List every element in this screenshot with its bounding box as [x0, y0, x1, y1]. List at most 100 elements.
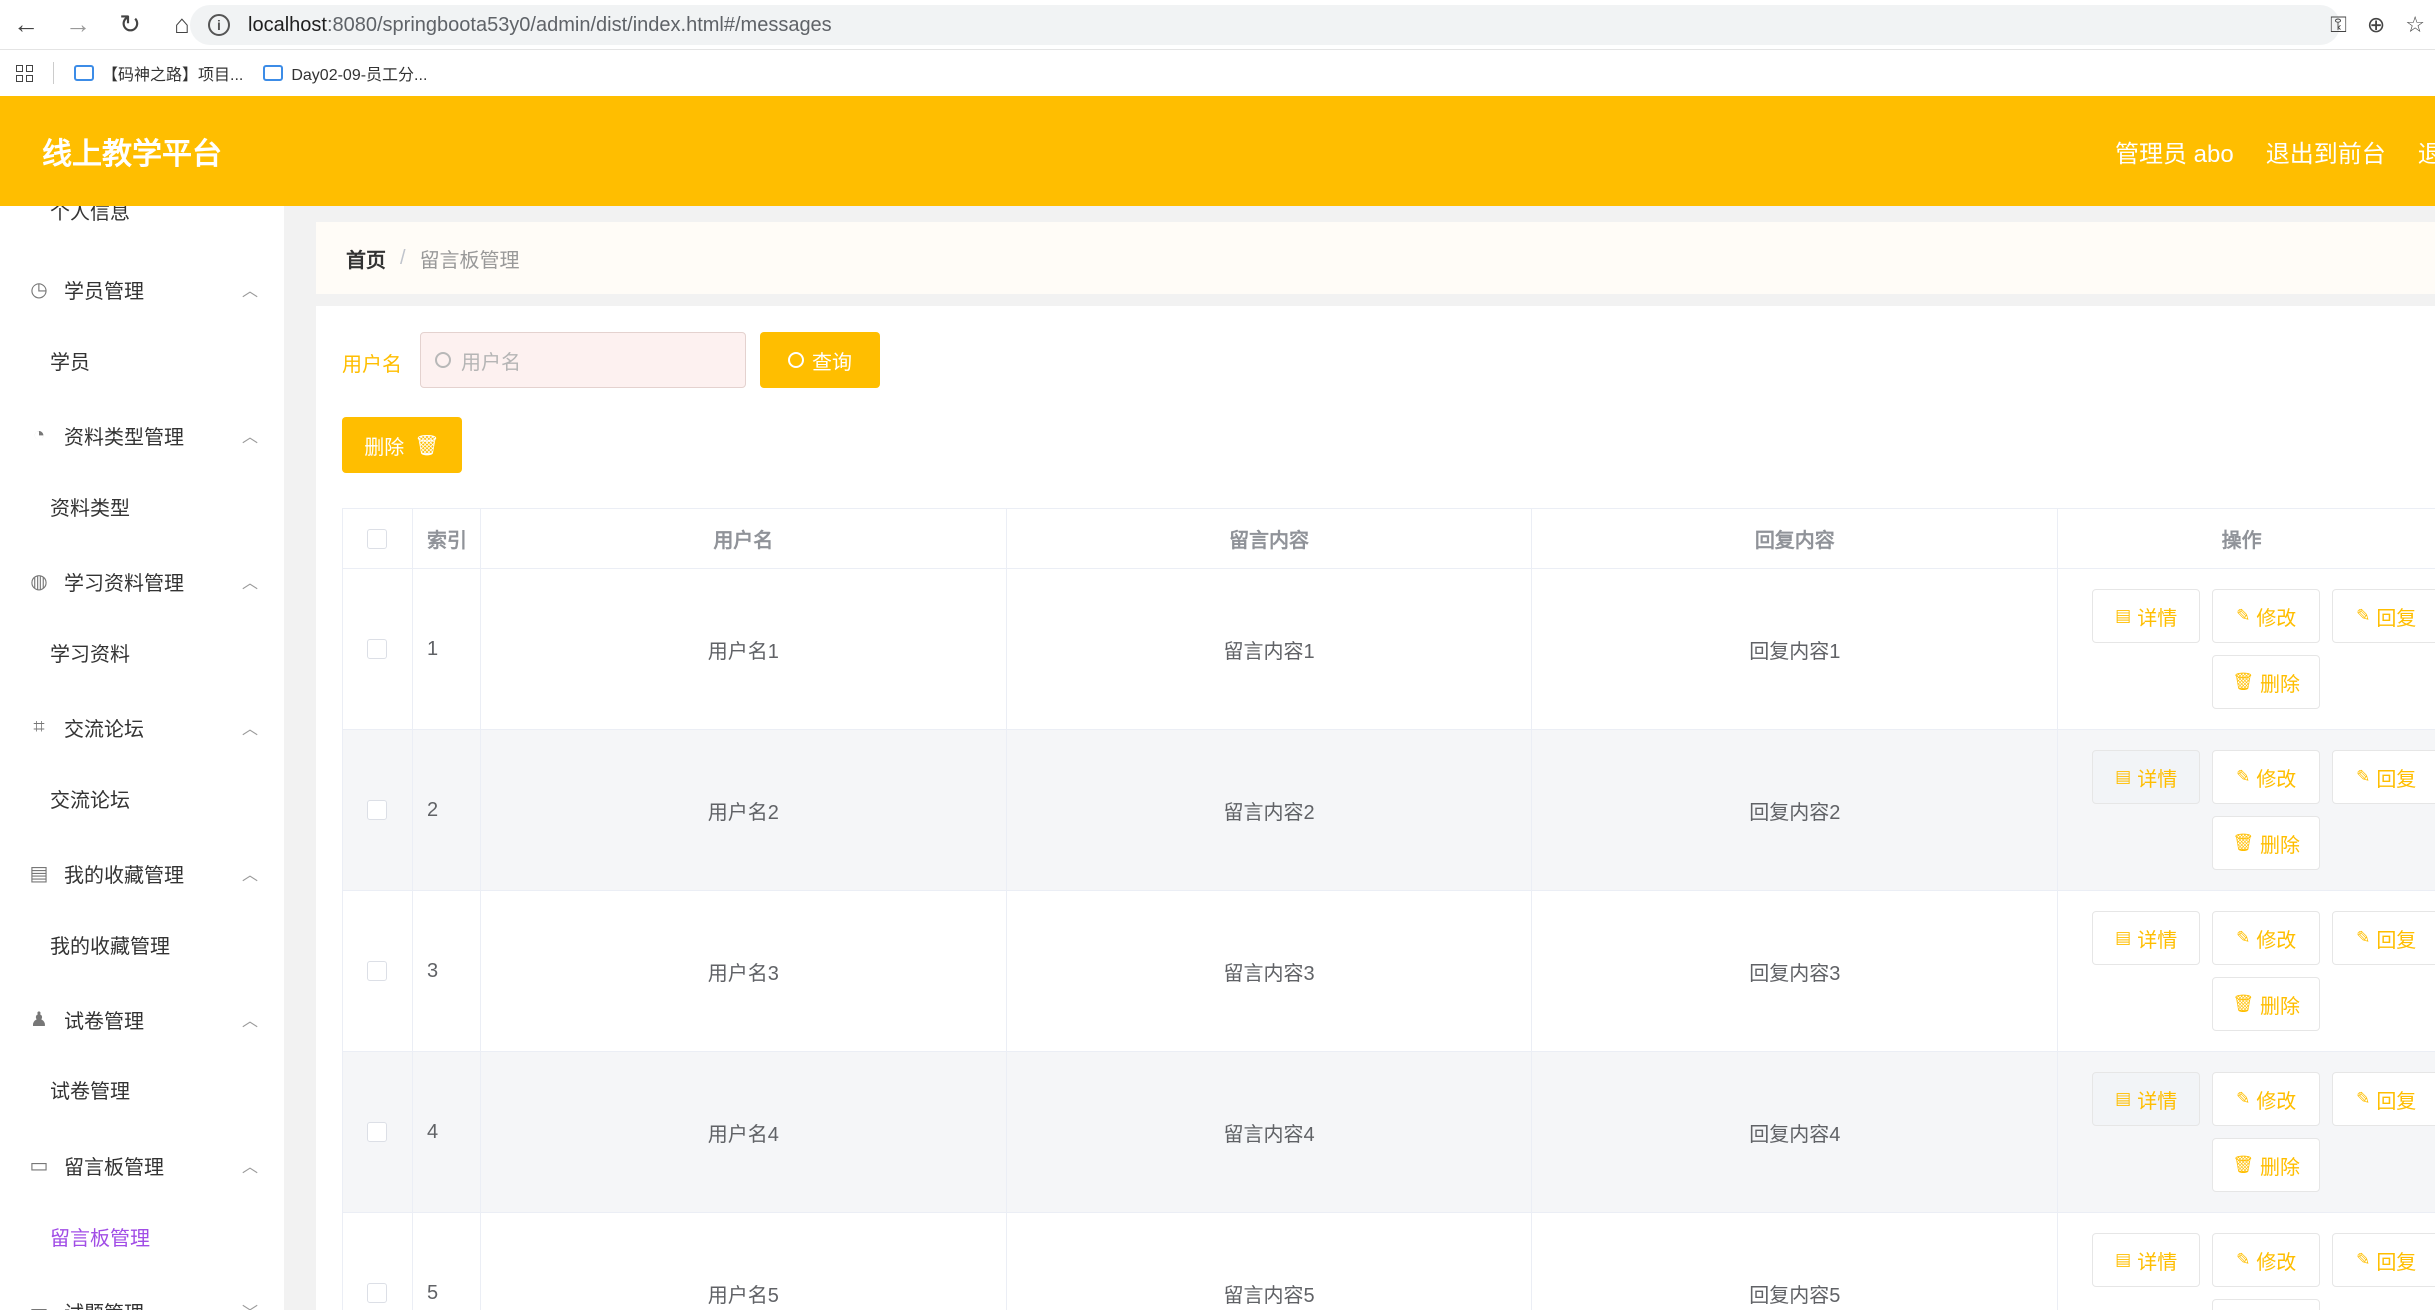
edit-button[interactable]: ✎ 修改 — [2212, 1072, 2321, 1126]
username-search-input[interactable]: 用户名 — [420, 332, 746, 388]
detail-button[interactable]: ▤ 详情 — [2092, 1072, 2201, 1126]
detail-button[interactable]: ▤ 详情 — [2092, 750, 2201, 804]
header-index: 索引 — [412, 509, 481, 569]
sidebar-item-materials[interactable]: 学习资料 — [50, 638, 130, 667]
document-icon: ▤ — [2115, 928, 2132, 947]
row-username: 用户名2 — [480, 730, 1007, 891]
sidebar-group-favorites[interactable]: ▤ 我的收藏管理 ︿ — [0, 843, 284, 903]
row-username: 用户名1 — [480, 569, 1007, 730]
delete-button[interactable]: 🗑删除 — [2212, 1138, 2321, 1192]
sidebar-item-messages[interactable]: 留言板管理 — [50, 1222, 150, 1251]
messages-table: 索引 用户名 留言内容 回复内容 操作 1 用户名1 留言内容1 回复内容1 ▤… — [342, 508, 2435, 1310]
pencil-icon: ✎ — [2356, 1250, 2371, 1269]
header-message: 留言内容 — [1006, 509, 1533, 569]
sidebar-item-favorites[interactable]: 我的收藏管理 — [50, 930, 170, 959]
clock-icon: ◷ — [30, 278, 48, 301]
reply-button[interactable]: ✎ 回复 — [2332, 1233, 2435, 1287]
pencil-icon: ✎ — [2356, 767, 2371, 786]
edit-button[interactable]: ✎ 修改 — [2212, 911, 2321, 965]
bookmark-item[interactable]: Day02-09-员工分... — [263, 61, 427, 85]
row-reply: 回复内容5 — [1532, 1213, 2059, 1310]
delete-button[interactable]: 🗑删除 — [2212, 816, 2321, 870]
sidebar-item-profile[interactable]: 个人信息 — [50, 206, 130, 225]
sidebar-group-papers[interactable]: ♟ 试卷管理 ︿ — [0, 989, 284, 1049]
sidebar-group-materials[interactable]: ◍ 学习资料管理 ︿ — [0, 551, 284, 611]
row-index: 4 — [412, 1052, 481, 1213]
row-message: 留言内容1 — [1006, 569, 1533, 730]
star-icon[interactable]: ☆ — [2405, 12, 2425, 38]
site-info-icon[interactable]: i — [208, 14, 230, 36]
sidebar-item-material-types[interactable]: 资料类型 — [50, 492, 130, 521]
row-index: 5 — [413, 1213, 481, 1310]
row-reply: 回复内容4 — [1532, 1052, 2059, 1213]
document-icon: ▤ — [2115, 767, 2132, 786]
sidebar-item-papers[interactable]: 试卷管理 — [50, 1075, 130, 1104]
row-message: 留言内容2 — [1006, 730, 1533, 891]
edit-button[interactable]: ✎ 修改 — [2212, 589, 2321, 643]
browser-toolbar: ← → ↻ ⌂ i localhost:8080/springboota53y0… — [0, 0, 2435, 50]
chevron-down-icon: ﹀ — [242, 1299, 258, 1310]
zoom-icon[interactable]: ⊕ — [2367, 12, 2385, 38]
chevron-up-icon: ︿ — [241, 1159, 258, 1176]
detail-button[interactable]: ▤ 详情 — [2092, 1233, 2201, 1287]
search-icon — [788, 352, 804, 368]
row-checkbox[interactable] — [367, 1122, 388, 1142]
detail-button[interactable]: ▤ 详情 — [2092, 589, 2201, 643]
sidebar-group-material-types[interactable]: ◔ 资料类型管理 ︿ — [0, 405, 284, 465]
bilibili-icon — [263, 65, 284, 81]
reply-button[interactable]: ✎ 回复 — [2332, 750, 2435, 804]
pencil-icon: ✎ — [2236, 606, 2251, 625]
pencil-icon: ✎ — [2356, 606, 2371, 625]
breadcrumb-home[interactable]: 首页 — [346, 244, 386, 273]
key-icon[interactable]: ⚿ — [2330, 12, 2347, 38]
table-header: 索引 用户名 留言内容 回复内容 操作 — [343, 509, 2435, 569]
query-button[interactable]: 查询 — [760, 332, 880, 388]
sidebar-group-students[interactable]: ◷ 学员管理 ︿ — [0, 259, 284, 319]
crop-icon: ⌗ — [33, 715, 45, 738]
sidebar-item-students[interactable]: 学员 — [50, 346, 90, 375]
reply-button[interactable]: ✎ 回复 — [2332, 589, 2435, 643]
chevron-up-icon: ︿ — [241, 721, 258, 738]
select-all-checkbox[interactable] — [367, 528, 388, 549]
main-content: 首页 / 留言板管理 用户名 用户名 查询 删除 🗑 索引 用户名 留言内容 回… — [284, 206, 2435, 1310]
reply-button[interactable]: ✎ 回复 — [2332, 1072, 2435, 1126]
content-panel: 用户名 用户名 查询 删除 🗑 索引 用户名 留言内容 回复内容 操作 1 用户… — [316, 306, 2435, 1310]
forward-icon[interactable]: → — [52, 0, 104, 50]
back-icon[interactable]: ← — [0, 0, 52, 50]
document-icon: ▤ — [2115, 1089, 2132, 1108]
pencil-icon: ✎ — [2236, 1089, 2251, 1108]
sidebar-group-forum[interactable]: ⌗ 交流论坛 ︿ — [0, 697, 284, 757]
chevron-up-icon: ︿ — [241, 575, 258, 592]
search-icon — [435, 352, 451, 368]
delete-button[interactable]: 🗑删除 — [2212, 977, 2321, 1031]
row-reply: 回复内容1 — [1532, 569, 2059, 730]
sidebar-group-questions[interactable]: ▭ 试题管理 ﹀ — [0, 1281, 284, 1310]
delete-button[interactable]: 🗑删除 — [2212, 655, 2321, 709]
row-message: 留言内容4 — [1006, 1052, 1533, 1213]
batch-delete-button[interactable]: 删除 🗑 — [342, 417, 462, 473]
exit-to-front-link[interactable]: 退出到前台 — [2266, 134, 2386, 169]
apps-icon[interactable] — [16, 64, 33, 82]
detail-button[interactable]: ▤ 详情 — [2092, 911, 2201, 965]
edit-button[interactable]: ✎ 修改 — [2212, 750, 2321, 804]
row-checkbox[interactable] — [367, 961, 388, 981]
delete-button[interactable]: 🗑删除 — [2212, 1299, 2321, 1310]
address-bar[interactable]: i localhost:8080/springboota53y0/admin/d… — [190, 5, 2340, 45]
breadcrumb-current: 留言板管理 — [419, 249, 520, 272]
sidebar-item-forum[interactable]: 交流论坛 — [50, 784, 130, 813]
table-row: 1 用户名1 留言内容1 回复内容1 ▤ 详情 ✎ 修改 ✎ 回复 🗑 删除 — [343, 569, 2435, 730]
sidebar: 个人信息 ◷ 学员管理 ︿ 学员 ◔ 资料类型管理 ︿ 资料类型 ◍ 学习资料管… — [0, 206, 284, 1310]
edit-button[interactable]: ✎ 修改 — [2212, 1233, 2321, 1287]
reply-button[interactable]: ✎ 回复 — [2332, 911, 2435, 965]
sidebar-group-messages[interactable]: ▭ 留言板管理 ︿ — [0, 1135, 284, 1195]
row-checkbox[interactable] — [367, 639, 388, 659]
logout-link[interactable]: 退出登录 — [2418, 134, 2435, 169]
row-checkbox[interactable] — [367, 800, 388, 820]
reload-icon[interactable]: ↻ — [104, 0, 156, 50]
row-checkbox[interactable] — [367, 1283, 388, 1303]
row-username: 用户名3 — [480, 891, 1007, 1052]
table-row: 2 用户名2 留言内容2 回复内容2 ▤ 详情 ✎ 修改 ✎ 回复 🗑 删除 — [343, 730, 2435, 891]
bilibili-icon — [74, 65, 94, 81]
bookmark-item[interactable]: 【码神之路】项目... — [74, 61, 243, 85]
trash-icon: 🗑 — [2232, 833, 2254, 852]
